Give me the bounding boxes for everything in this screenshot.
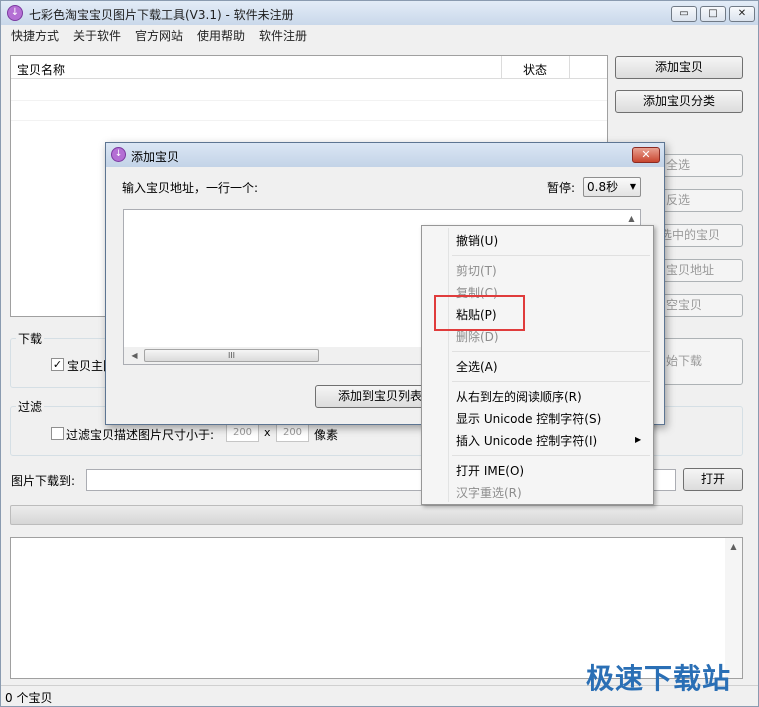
menu-help[interactable]: 使用帮助 bbox=[197, 27, 245, 44]
minimize-button[interactable]: ▭ bbox=[671, 6, 697, 22]
menu-separator bbox=[452, 381, 650, 382]
menu-about[interactable]: 关于软件 bbox=[73, 27, 121, 44]
context-menu: 撤销(U) 剪切(T) 复制(C) 粘贴(P) 删除(D) 全选(A) 从右到左… bbox=[421, 225, 654, 505]
ctx-select-all[interactable]: 全选(A) bbox=[456, 358, 498, 375]
scroll-thumb[interactable]: III bbox=[144, 349, 319, 362]
download-group-label: 下载 bbox=[16, 330, 45, 347]
add-category-button[interactable]: 添加宝贝分类 bbox=[615, 90, 743, 113]
title-bar: ↓ 七彩色淘宝宝贝图片下载工具(V3.1) - 软件未注册 ▭ □ ✕ bbox=[1, 1, 758, 25]
min-height-input[interactable]: 200 bbox=[276, 424, 309, 442]
scroll-up-icon[interactable]: ▲ bbox=[725, 538, 742, 555]
download-circle-icon: ↓ bbox=[111, 147, 126, 162]
size-separator: x bbox=[264, 426, 271, 439]
ctx-open-ime[interactable]: 打开 IME(O) bbox=[456, 462, 524, 479]
add-item-button[interactable]: 添加宝贝 bbox=[615, 56, 743, 79]
dialog-title-bar: ↓ 添加宝贝 ✕ bbox=[106, 143, 664, 167]
pause-value: 0.8秒 bbox=[587, 180, 619, 194]
filter-checkbox[interactable] bbox=[51, 427, 64, 440]
menu-separator bbox=[452, 255, 650, 256]
maximize-button[interactable]: □ bbox=[700, 6, 726, 22]
dialog-title: 添加宝贝 bbox=[131, 150, 180, 164]
list-header: 宝贝名称 状态 bbox=[11, 56, 607, 79]
scroll-left-icon[interactable]: ◀ bbox=[126, 347, 143, 364]
chevron-right-icon: ▶ bbox=[635, 435, 642, 444]
filter-group-label: 过滤 bbox=[16, 398, 45, 415]
menu-website[interactable]: 官方网站 bbox=[135, 27, 183, 44]
column-status[interactable]: 状态 bbox=[523, 61, 547, 78]
menu-shortcuts[interactable]: 快捷方式 bbox=[11, 27, 59, 44]
column-divider bbox=[569, 56, 570, 79]
menu-separator bbox=[452, 351, 650, 352]
chevron-down-icon: ▼ bbox=[629, 182, 636, 191]
ctx-rtl-order[interactable]: 从右到左的阅读顺序(R) bbox=[456, 388, 582, 405]
column-divider bbox=[501, 56, 502, 79]
row-divider bbox=[11, 100, 607, 101]
main-image-checkbox[interactable]: ✓ bbox=[51, 358, 64, 371]
pause-select[interactable]: 0.8秒 ▼ bbox=[583, 177, 641, 197]
watermark-logo: 极速下载站 bbox=[586, 662, 732, 695]
ctx-insert-unicode[interactable]: 插入 Unicode 控制字符(I) bbox=[456, 432, 597, 449]
window-title: 七彩色淘宝宝贝图片下载工具(V3.1) - 软件未注册 bbox=[29, 8, 294, 22]
menu-bar: 快捷方式 关于软件 官方网站 使用帮助 软件注册 bbox=[1, 25, 758, 44]
item-count: 0 个宝贝 bbox=[5, 691, 53, 705]
progress-bar bbox=[10, 505, 743, 525]
save-to-label: 图片下载到: bbox=[11, 474, 76, 488]
ctx-show-unicode[interactable]: 显示 Unicode 控制字符(S) bbox=[456, 410, 601, 427]
ctx-undo[interactable]: 撤销(U) bbox=[456, 232, 498, 249]
filter-label: 过滤宝贝描述图片尺寸小于: bbox=[66, 428, 215, 442]
paste-highlight-box bbox=[434, 295, 525, 331]
ctx-reconversion[interactable]: 汉字重选(R) bbox=[456, 484, 522, 501]
pixel-unit-label: 像素 bbox=[314, 428, 339, 442]
column-name[interactable]: 宝贝名称 bbox=[17, 61, 65, 78]
dialog-prompt: 输入宝贝地址，一行一个: bbox=[122, 181, 259, 195]
menu-register[interactable]: 软件注册 bbox=[259, 27, 307, 44]
dialog-close-button[interactable]: ✕ bbox=[632, 147, 660, 163]
pause-label: 暂停: bbox=[547, 181, 576, 195]
download-circle-icon: ↓ bbox=[7, 5, 23, 21]
menu-separator bbox=[452, 455, 650, 456]
min-width-input[interactable]: 200 bbox=[226, 424, 259, 442]
ctx-cut[interactable]: 剪切(T) bbox=[456, 262, 497, 279]
row-divider bbox=[11, 120, 607, 121]
menu-gutter bbox=[448, 228, 449, 502]
horizontal-scrollbar[interactable]: ◀ III bbox=[124, 347, 424, 364]
close-button[interactable]: ✕ bbox=[729, 6, 755, 22]
open-folder-button[interactable]: 打开 bbox=[683, 468, 743, 491]
